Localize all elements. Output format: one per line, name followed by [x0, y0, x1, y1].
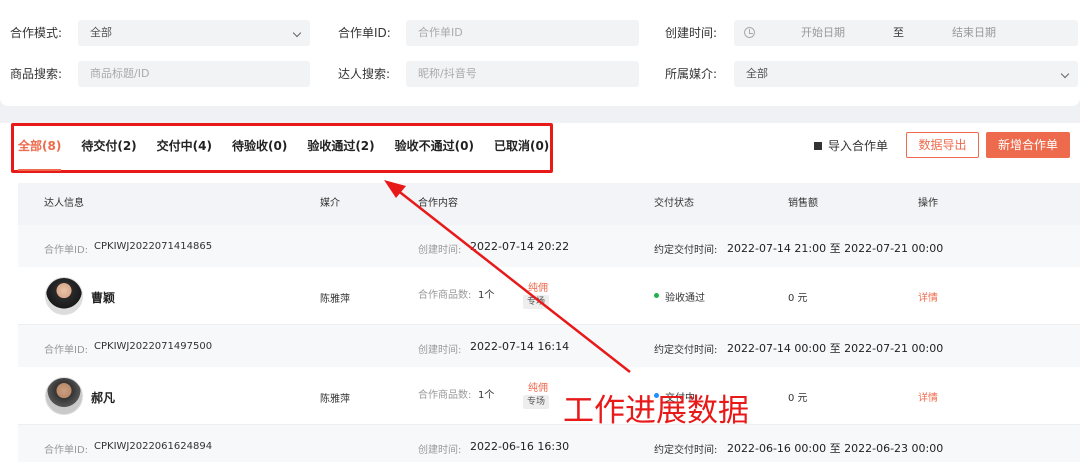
col-content: 合作内容	[418, 198, 458, 209]
export-data-button[interactable]: 数据导出	[906, 132, 979, 158]
order-list-panel: 全部(8) 待交付(2) 交付中(4) 待验收(0) 验收通过(2) 验收不通过…	[0, 123, 1080, 462]
import-icon	[814, 142, 822, 150]
avatar	[45, 277, 83, 315]
delivery-status: 验收通过	[665, 293, 705, 304]
commission-tag: 纯佣	[528, 283, 548, 294]
avatar	[45, 377, 83, 415]
end-date-input[interactable]: 结束日期	[952, 20, 996, 46]
mode-select-value: 全部	[90, 26, 112, 39]
detail-link[interactable]: 详情	[918, 289, 938, 304]
detail-link[interactable]: 详情	[918, 389, 938, 404]
tab-delivering[interactable]: 交付中(4)	[157, 133, 212, 167]
start-date-input[interactable]: 开始日期	[801, 20, 845, 46]
order-id-label: 合作单ID:	[44, 245, 89, 256]
tab-all[interactable]: 全部(8)	[18, 133, 62, 171]
agency-name: 陈雅萍	[320, 294, 350, 305]
created-value: 2022-07-14 16:14	[470, 340, 570, 353]
order-id-label: 合作单ID:	[338, 26, 391, 40]
chevron-down-icon	[1060, 69, 1070, 79]
order-id-placeholder: 合作单ID	[418, 26, 463, 39]
created-label: 创建时间:	[418, 345, 462, 356]
table-row: 郝凡 陈雅萍 合作商品数: 1个 纯佣 专场 交付中 0 元 详情	[18, 367, 1080, 425]
agency-select-value: 全部	[746, 67, 768, 80]
created-date-range[interactable]: 开始日期 至 结束日期	[734, 20, 1078, 46]
deadline-label: 约定交付时间:	[654, 345, 718, 356]
agency-name: 陈雅萍	[320, 394, 350, 405]
tab-cancelled[interactable]: 已取消(0)	[494, 133, 549, 167]
goods-count-label: 合作商品数:	[418, 290, 472, 301]
col-action: 操作	[918, 198, 938, 209]
tab-rejected[interactable]: 验收不通过(0)	[395, 133, 474, 167]
col-status: 交付状态	[654, 198, 694, 209]
filter-panel: 合作模式: 全部 合作单ID: 合作单ID 创建时间: 开始日期 至 结束日期 …	[0, 0, 1080, 106]
tab-pending-review[interactable]: 待验收(0)	[232, 133, 287, 167]
order-meta-row: 合作单ID: CPKIWJ2022071414865 创建时间: 2022-07…	[18, 225, 1080, 267]
session-tag: 专场	[523, 395, 550, 409]
product-search-input[interactable]: 商品标题/ID	[78, 61, 310, 87]
order-meta-row: 合作单ID: CPKIWJ2022071497500 创建时间: 2022-07…	[18, 325, 1080, 367]
agency-select[interactable]: 全部	[734, 61, 1078, 87]
col-talent: 达人信息	[44, 198, 84, 209]
col-sales: 销售额	[788, 198, 818, 209]
talent-name: 郝凡	[91, 391, 116, 405]
goods-count-label: 合作商品数:	[418, 390, 472, 401]
goods-count-value: 1个	[478, 290, 495, 301]
agency-label: 所属媒介:	[665, 67, 718, 81]
status-tabs: 全部(8) 待交付(2) 交付中(4) 待验收(0) 验收通过(2) 验收不通过…	[18, 133, 569, 171]
status-dot-icon	[654, 293, 659, 298]
clock-icon	[744, 27, 755, 38]
tab-pending-delivery[interactable]: 待交付(2)	[81, 133, 136, 167]
created-label: 创建时间:	[418, 245, 462, 256]
deadline-value: 2022-06-16 00:00 至 2022-06-23 00:00	[727, 442, 944, 455]
order-id-label: 合作单ID:	[44, 445, 89, 456]
order-id-value: CPKIWJ2022061624894	[94, 441, 213, 452]
commission-tag: 纯佣	[528, 383, 548, 394]
order-id-value: CPKIWJ2022071497500	[94, 341, 213, 352]
date-range-separator: 至	[893, 26, 904, 39]
created-label: 创建时间:	[418, 445, 462, 456]
annotation-text: 工作进展数据	[563, 393, 749, 429]
chevron-down-icon	[292, 28, 302, 38]
deadline-value: 2022-07-14 21:00 至 2022-07-21 00:00	[727, 242, 944, 255]
import-orders-label: 导入合作单	[828, 139, 889, 153]
order-id-value: CPKIWJ2022071414865	[94, 241, 213, 252]
add-order-button[interactable]: 新增合作单	[986, 132, 1070, 158]
created-time-label: 创建时间:	[665, 26, 718, 40]
tab-approved[interactable]: 验收通过(2)	[307, 133, 374, 167]
talent-search-placeholder: 昵称/抖音号	[418, 67, 477, 80]
product-search-placeholder: 商品标题/ID	[90, 67, 150, 80]
sales-value: 0 元	[788, 393, 808, 404]
table-row: 曹颖 陈雅萍 合作商品数: 1个 纯佣 专场 验收通过 0 元 详情	[18, 267, 1080, 325]
mode-label: 合作模式:	[10, 26, 63, 40]
order-id-input[interactable]: 合作单ID	[406, 20, 639, 46]
deadline-label: 约定交付时间:	[654, 445, 718, 456]
table-header: 达人信息 媒介 合作内容 交付状态 销售额 操作	[18, 183, 1080, 225]
col-agency: 媒介	[320, 198, 340, 209]
goods-count-value: 1个	[478, 390, 495, 401]
deadline-label: 约定交付时间:	[654, 245, 718, 256]
created-value: 2022-07-14 20:22	[470, 240, 570, 253]
talent-search-input[interactable]: 昵称/抖音号	[406, 61, 639, 87]
created-value: 2022-06-16 16:30	[470, 440, 570, 453]
product-search-label: 商品搜索:	[10, 67, 63, 81]
talent-search-label: 达人搜索:	[338, 67, 391, 81]
mode-select[interactable]: 全部	[78, 20, 310, 46]
sales-value: 0 元	[788, 293, 808, 304]
order-meta-row: 合作单ID: CPKIWJ2022061624894 创建时间: 2022-06…	[18, 425, 1080, 462]
import-orders-button[interactable]: 导入合作单	[814, 135, 888, 157]
deadline-value: 2022-07-14 00:00 至 2022-07-21 00:00	[727, 342, 944, 355]
order-id-label: 合作单ID:	[44, 345, 89, 356]
talent-name: 曹颖	[91, 291, 116, 305]
session-tag: 专场	[523, 295, 550, 309]
